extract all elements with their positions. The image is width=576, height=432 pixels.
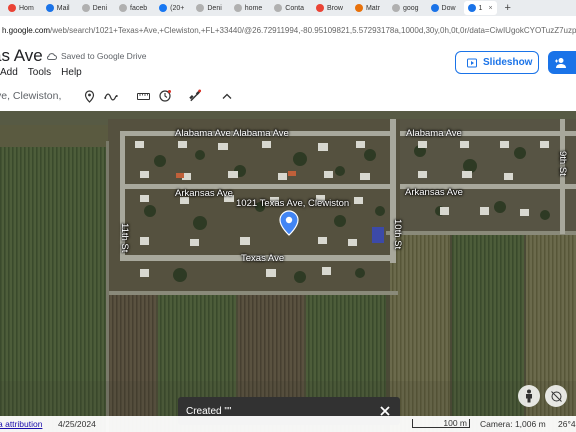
tab-favicon-icon — [159, 4, 168, 12]
save-status: Saved to Google Drive — [46, 51, 147, 61]
url-path: /web/search/1021+Texas+Ave,+Clewiston,+F… — [50, 25, 576, 35]
map-view[interactable]: Alabama Ave Alabama Ave Alabama Ave Arka… — [0, 111, 576, 432]
browser-tab[interactable]: Matr — [351, 1, 384, 15]
pegman-icon — [526, 389, 532, 403]
coordinate-readout: 26°4 — [558, 419, 576, 429]
tab-favicon-icon — [81, 4, 90, 12]
tab-favicon-icon — [8, 4, 16, 12]
browser-tab[interactable]: 1 × — [463, 1, 497, 15]
browser-tab[interactable]: faceb — [115, 1, 151, 15]
browser-tab[interactable]: Hom — [4, 1, 38, 15]
tab-favicon-icon — [274, 4, 283, 12]
tab-label: home — [244, 4, 263, 12]
tab-favicon-icon — [196, 4, 205, 12]
tab-label: Brow — [326, 4, 343, 12]
browser-tab[interactable]: Deni — [78, 1, 111, 15]
browser-tab[interactable]: Deni — [192, 1, 225, 15]
tab-favicon-icon — [391, 4, 400, 12]
project-title[interactable]: as Ave — [0, 46, 43, 66]
tab-favicon-icon — [45, 4, 54, 12]
compass-off-button[interactable] — [545, 385, 567, 407]
road-label-alabama-3: Alabama Ave — [406, 128, 462, 139]
cloud-icon — [47, 53, 57, 60]
add-person-icon — [555, 57, 566, 68]
tab-favicon-icon — [430, 4, 439, 12]
pin-icon[interactable] — [82, 89, 96, 103]
slideshow-label: Slideshow — [483, 57, 533, 68]
browser-tab[interactable]: (20+ — [155, 1, 188, 15]
browser-tab[interactable]: Conta — [270, 1, 308, 15]
map-toolbar — [0, 86, 576, 106]
tab-label: 1 — [478, 4, 483, 12]
tab-favicon-icon — [467, 4, 476, 12]
tab-label: Deni — [92, 4, 108, 12]
browser-tab-bar: Hom Mail Deni faceb (20+ Deni home Conta Brow Mat… — [0, 0, 576, 16]
road-label-11th: 11th St — [119, 223, 130, 253]
tab-label: goog — [402, 4, 419, 12]
browser-tab[interactable]: Brow — [312, 1, 347, 15]
new-tab-button[interactable]: + — [505, 2, 511, 14]
snackbar-text: Created "" — [186, 405, 232, 417]
road-label-10th: 10th St — [392, 219, 403, 250]
road-label-arkansas-2: Arkansas Ave — [405, 187, 463, 198]
tab-label: Dow — [441, 4, 456, 12]
address-bar[interactable]: h.google.com/web/search/1021+Texas+Ave,+… — [0, 20, 576, 40]
play-icon — [467, 58, 477, 67]
tab-favicon-icon — [315, 4, 324, 12]
tab-favicon-icon — [354, 4, 363, 12]
camera-altitude: Camera: 1,006 m — [480, 419, 546, 429]
tab-label: Deni — [207, 4, 222, 12]
slideshow-button[interactable]: Slideshow — [455, 51, 539, 74]
browser-tab[interactable]: Dow — [427, 1, 460, 15]
save-status-text: Saved to Google Drive — [61, 51, 147, 61]
scale-bar[interactable]: 100 m — [412, 419, 470, 428]
share-button[interactable] — [548, 51, 576, 74]
browser-tab[interactable]: goog — [388, 1, 423, 15]
status-bar: a attribution 4/25/2024 100 m Camera: 1,… — [0, 416, 576, 432]
tab-favicon-icon — [233, 4, 242, 12]
imagery-date: 4/25/2024 — [58, 419, 96, 429]
compass-off-icon — [550, 390, 562, 402]
tab-label: Matr — [365, 4, 380, 12]
tab-label: faceb — [130, 4, 148, 12]
data-attribution-link[interactable]: a attribution — [0, 419, 42, 429]
chevron-up-icon[interactable] — [220, 89, 234, 103]
road-label-9th: 9th St — [557, 151, 568, 176]
tab-label: Conta — [285, 4, 304, 12]
satellite-icon[interactable] — [188, 89, 202, 103]
history-icon[interactable] — [158, 89, 172, 103]
tab-label: (20+ — [170, 4, 185, 12]
satellite-imagery — [0, 111, 576, 432]
road-label-arkansas-1: Arkansas Ave — [175, 188, 233, 199]
location-pin-icon[interactable] — [279, 210, 299, 236]
browser-tab[interactable]: Mail — [42, 1, 74, 15]
road-label-alabama-2: Alabama Ave — [233, 128, 289, 139]
menu-add[interactable]: Add — [0, 67, 18, 83]
path-icon[interactable] — [104, 89, 118, 103]
tab-label: Hom — [19, 4, 34, 12]
menu-bar: Add Tools Help — [0, 67, 82, 83]
road-label-alabama-1: Alabama Ave — [175, 128, 231, 139]
tab-label: Mail — [56, 4, 70, 12]
pegman-button[interactable] — [518, 385, 540, 407]
url-host: h.google.com — [2, 25, 51, 35]
ruler-icon[interactable] — [136, 89, 150, 103]
tab-close-icon[interactable]: × — [488, 5, 492, 12]
road-label-texas: Texas Ave — [241, 253, 285, 264]
menu-tools[interactable]: Tools — [28, 67, 51, 83]
search-input[interactable] — [0, 88, 74, 104]
tab-favicon-icon — [119, 4, 128, 12]
placemark-label[interactable]: 1021 Texas Ave, Clewiston — [236, 198, 349, 209]
menu-help[interactable]: Help — [61, 67, 82, 83]
browser-tab[interactable]: home — [230, 1, 267, 15]
